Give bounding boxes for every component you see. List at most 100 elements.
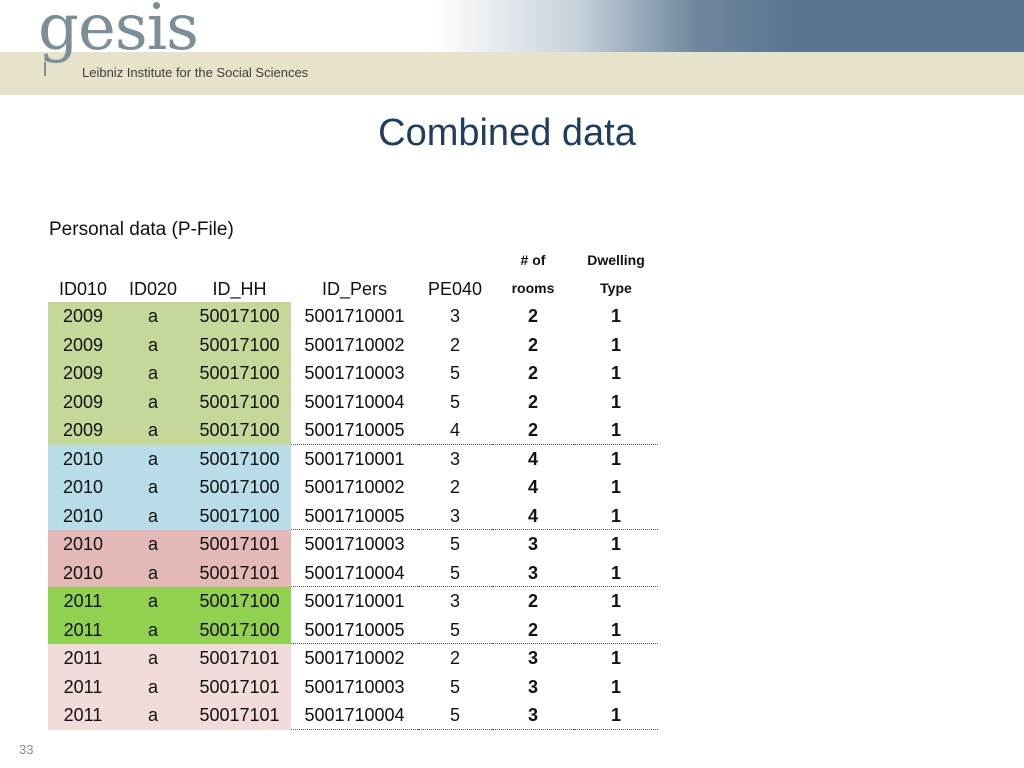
cell-pe040: 3 (418, 502, 492, 530)
cell-dwelling-type: 1 (610, 448, 621, 469)
cell-dwelling-type: 1 (610, 676, 621, 697)
cell-pe040: 5 (449, 676, 460, 697)
cell-pe040: 5 (418, 701, 492, 730)
header-banner: gesis Leibniz Institute for the Social S… (0, 0, 1024, 95)
header-num-rooms-line2: rooms (511, 280, 555, 296)
cell-id-pers: 5001710002 (304, 648, 405, 668)
cell-dwelling-type: 1 (574, 502, 658, 530)
cell-pe040: 5 (418, 616, 492, 644)
table-header-row: ID010 ID020 ID_HH ID_Pers PE040 # of roo… (48, 245, 658, 302)
cell-pe040: 3 (449, 591, 460, 611)
cell-id-hh: 50017100 (188, 330, 291, 359)
cell-id-hh: 50017101 (188, 701, 291, 730)
header-num-rooms-line1: # of (520, 252, 546, 268)
cell-num-rooms: 2 (527, 306, 538, 326)
cell-num-rooms: 2 (492, 416, 574, 445)
cell-dwelling-type: 1 (610, 391, 621, 412)
cell-pe040: 4 (418, 416, 492, 445)
cell-pe040: 5 (418, 559, 492, 587)
cell-id-hh: 50017101 (188, 558, 291, 587)
cell-id020: a (118, 558, 188, 587)
cell-id-pers: 5001710003 (304, 676, 405, 697)
header-id-hh: ID_HH (212, 279, 267, 299)
cell-pe040: 2 (449, 648, 460, 668)
cell-id020: a (118, 444, 188, 473)
cell-id020: a (118, 615, 188, 644)
header-id010: ID010 (58, 279, 108, 299)
cell-num-rooms: 4 (492, 502, 574, 530)
table-row: 2009 a 50017100 5001710004 5 2 1 (48, 387, 658, 416)
cell-dwelling-type: 1 (574, 416, 658, 445)
slide-title: Combined data (0, 112, 1024, 155)
cell-pe040: 2 (449, 477, 460, 497)
cell-id-pers: 5001710005 (291, 416, 418, 445)
cell-pe040: 5 (449, 391, 460, 412)
cell-id010: 2011 (48, 672, 118, 701)
cell-id-pers: 5001710001 (304, 591, 405, 611)
cell-id-hh: 50017100 (188, 587, 291, 616)
cell-id010: 2010 (48, 530, 118, 559)
cell-id-hh: 50017101 (188, 644, 291, 673)
cell-id020: a (118, 644, 188, 673)
cell-pe040: 3 (449, 306, 460, 326)
cell-id-hh: 50017101 (188, 672, 291, 701)
cell-dwelling-type: 1 (574, 701, 658, 730)
cell-id010: 2011 (48, 587, 118, 616)
slide-title-text: Combined data (378, 112, 636, 154)
header-dwelling-type-line1: Dwelling (587, 252, 645, 268)
cell-id-hh: 50017100 (188, 359, 291, 388)
cell-id-pers: 5001710005 (291, 616, 418, 644)
cell-id020: a (118, 302, 188, 331)
cell-id-pers: 5001710004 (291, 559, 418, 587)
table-row: 2009 a 50017100 5001710005 4 2 1 (48, 416, 658, 445)
cell-num-rooms: 3 (527, 676, 538, 697)
cell-id-pers: 5001710001 (304, 306, 405, 326)
cell-pe040: 3 (449, 448, 460, 469)
cell-dwelling-type: 1 (610, 477, 621, 497)
cell-id010: 2011 (48, 701, 118, 730)
page-number: 33 (19, 742, 34, 757)
table-row: 2010 a 50017100 5001710002 2 4 1 (48, 473, 658, 502)
table-row: 2009 a 50017100 5001710003 5 2 1 (48, 359, 658, 388)
cell-id010: 2009 (48, 330, 118, 359)
cell-pe040: 2 (449, 334, 460, 355)
cell-dwelling-type: 1 (574, 559, 658, 587)
cell-num-rooms: 3 (527, 648, 538, 668)
cell-id-pers: 5001710003 (304, 534, 405, 554)
cell-id010: 2011 (48, 644, 118, 673)
cell-num-rooms: 2 (527, 591, 538, 611)
cell-id-pers: 5001710004 (304, 391, 405, 412)
header-id020: ID020 (128, 279, 178, 299)
cell-id010: 2011 (48, 615, 118, 644)
table-row: 2010 a 50017100 5001710001 3 4 1 (48, 444, 658, 473)
cell-num-rooms: 4 (527, 477, 538, 497)
table-caption: Personal data (P-File) (49, 219, 234, 240)
cell-id020: a (118, 473, 188, 502)
cell-id020: a (118, 330, 188, 359)
table-row: 2009 a 50017100 5001710001 3 2 1 (48, 302, 658, 331)
cell-id-pers: 5001710003 (304, 363, 405, 383)
header-id-pers: ID_Pers (321, 279, 388, 299)
table-row: 2011 a 50017100 5001710005 5 2 1 (48, 615, 658, 644)
cell-num-rooms: 2 (492, 616, 574, 644)
header-dwelling-type-line2: Type (600, 280, 632, 296)
cell-num-rooms: 4 (527, 448, 538, 469)
table-row: 2010 a 50017100 5001710005 3 4 1 (48, 501, 658, 530)
cell-id010: 2009 (48, 302, 118, 331)
cell-id010: 2009 (48, 416, 118, 445)
table-row: 2010 a 50017101 5001710004 5 3 1 (48, 558, 658, 587)
gesis-logo: gesis (38, 0, 199, 65)
cell-id-hh: 50017100 (188, 444, 291, 473)
table-row: 2011 a 50017101 5001710004 5 3 1 (48, 701, 658, 730)
cell-dwelling-type: 1 (610, 363, 621, 383)
cell-num-rooms: 2 (527, 391, 538, 412)
cell-id020: a (118, 501, 188, 530)
cell-dwelling-type: 1 (574, 616, 658, 644)
cell-id010: 2010 (48, 473, 118, 502)
cell-id010: 2010 (48, 558, 118, 587)
table-row: 2011 a 50017101 5001710003 5 3 1 (48, 672, 658, 701)
cell-id-hh: 50017101 (188, 530, 291, 559)
cell-id020: a (118, 587, 188, 616)
cell-dwelling-type: 1 (610, 534, 621, 554)
header-num-rooms: # of rooms (492, 245, 574, 302)
